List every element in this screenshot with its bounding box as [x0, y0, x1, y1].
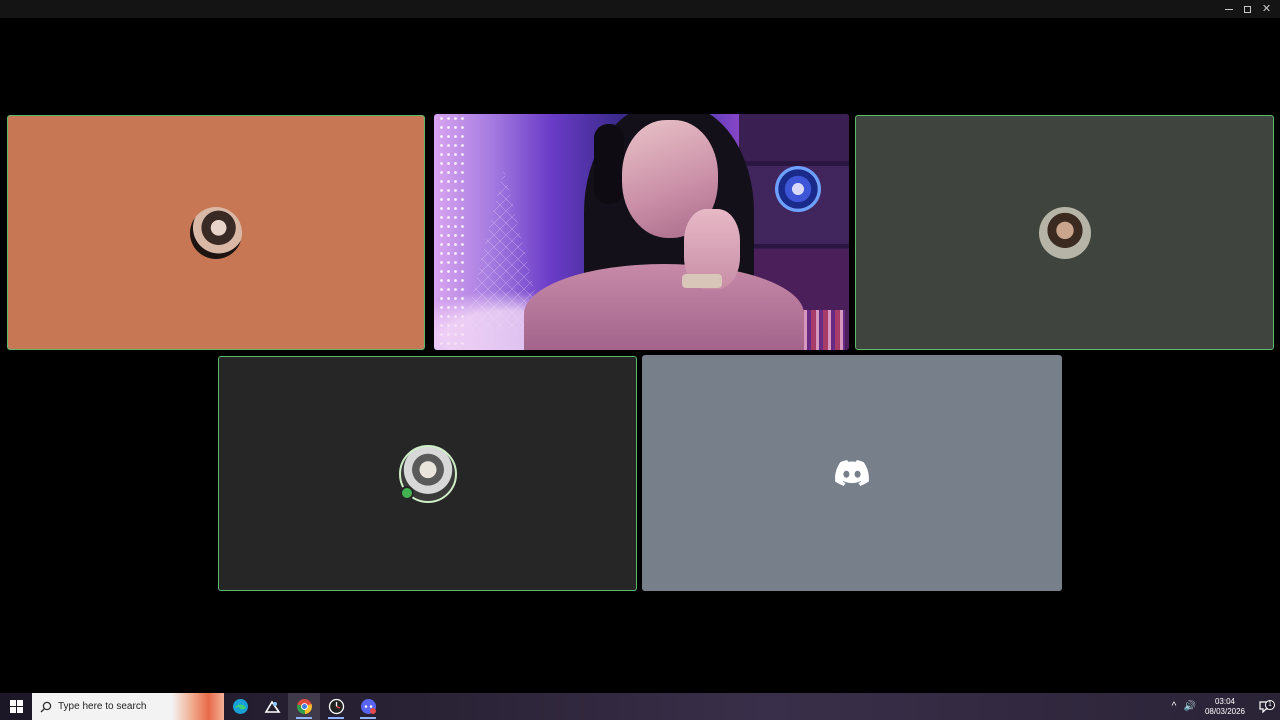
volume-button[interactable]: 🔊: [1182, 693, 1198, 720]
action-center-button[interactable]: 1: [1252, 699, 1280, 713]
taskbar-app-discord[interactable]: [352, 693, 384, 720]
taskbar-app-edge[interactable]: [224, 693, 256, 720]
participant-tile-video[interactable]: [434, 114, 849, 350]
discord-app-icon: [360, 699, 376, 714]
participant-avatar: [190, 206, 242, 259]
maximize-button[interactable]: [1238, 0, 1257, 18]
volume-icon: 🔊: [1183, 701, 1197, 712]
clock-time: 03:04: [1214, 696, 1236, 706]
chevron-up-icon: ^: [1171, 701, 1177, 712]
chrome-icon: [296, 699, 312, 715]
taskbar-clock[interactable]: 03:04 08/03/2026: [1198, 697, 1252, 717]
window-title-bar: ✕: [0, 0, 1280, 18]
participant-tile-3[interactable]: [855, 115, 1274, 350]
taskbar-app-steam[interactable]: [256, 693, 288, 720]
clock-app-icon: [328, 698, 344, 715]
close-icon: ✕: [1261, 2, 1272, 15]
window-controls: ✕: [1219, 0, 1276, 18]
taskbar-app-chrome[interactable]: [288, 693, 320, 720]
close-button[interactable]: ✕: [1257, 0, 1276, 18]
taskbar-search[interactable]: Type here to search: [32, 693, 224, 720]
windows-taskbar: Type here to search ^ 🔊 03:04 08/03/2026…: [0, 693, 1280, 720]
clock-date: 08/03/2026: [1204, 706, 1246, 716]
start-button[interactable]: [0, 693, 32, 720]
notification-count-badge: 1: [1265, 699, 1275, 710]
participant-tile-5[interactable]: [642, 355, 1062, 591]
video-call-grid: [0, 18, 1280, 693]
participant-tile-1[interactable]: [7, 115, 425, 350]
windows-start-icon: [9, 700, 23, 713]
maximize-icon: [1244, 5, 1251, 13]
minimize-icon: [1224, 8, 1233, 10]
system-tray: ^ 🔊 03:04 08/03/2026 1: [1166, 693, 1280, 720]
edge-icon: [232, 699, 248, 714]
online-status-icon: [402, 488, 412, 498]
search-highlight-image: [172, 693, 224, 720]
search-placeholder: Type here to search: [58, 701, 147, 712]
taskbar-app-clock[interactable]: [320, 693, 352, 720]
camera-feed: [434, 114, 849, 350]
participant-tile-4[interactable]: [218, 356, 637, 591]
discord-logo-icon: [835, 460, 869, 486]
participant-avatar: [1038, 206, 1091, 259]
show-hidden-icons-button[interactable]: ^: [1166, 693, 1182, 720]
search-icon: [40, 701, 52, 712]
steam-icon: [264, 700, 281, 713]
minimize-button[interactable]: [1219, 0, 1238, 18]
